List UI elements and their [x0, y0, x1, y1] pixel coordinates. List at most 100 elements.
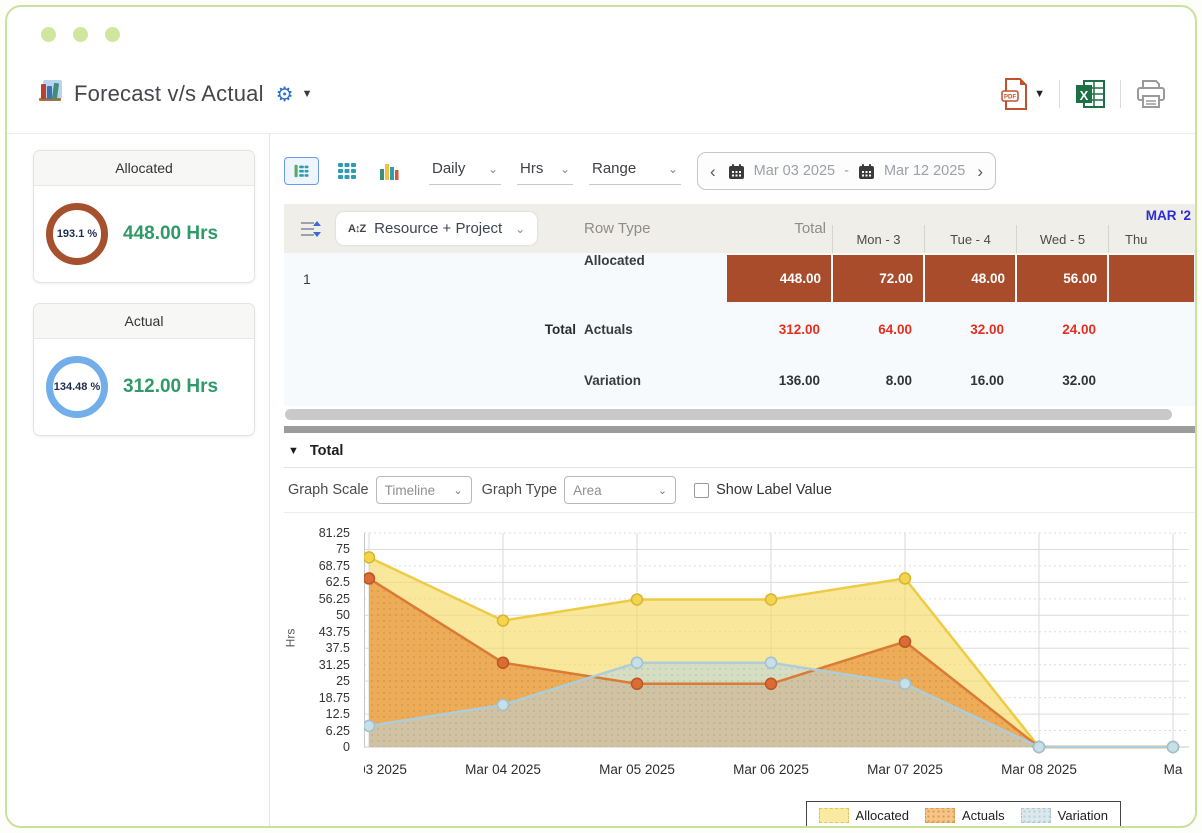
main-panel: Daily ⌄ Hrs ⌄ Range ⌄ ‹ [270, 134, 1195, 826]
show-label-value-label: Show Label Value [716, 482, 832, 498]
y-tick-label: 31.25 [319, 658, 350, 672]
report-toolbar: Daily ⌄ Hrs ⌄ Range ⌄ ‹ [284, 150, 1195, 192]
table-row-actuals: Total Actuals 312.00 64.00 32.00 24.00 [284, 304, 1195, 355]
range-dropdown[interactable]: Range ⌄ [589, 157, 681, 185]
legend-item-variation[interactable]: Variation [1021, 808, 1108, 823]
x-tick-label: Mar 08 2025 [1001, 762, 1077, 777]
bar-chart-icon [378, 160, 400, 182]
allocated-summary-card: Allocated 193.1 % 448.00 Hrs [33, 150, 255, 283]
window-dot[interactable] [105, 27, 120, 42]
day-column-header: Mon - 3 [832, 225, 924, 253]
list-view-button[interactable] [284, 157, 319, 185]
legend-label: Allocated [856, 808, 909, 823]
settings-gear-icon[interactable]: ⚙ [276, 82, 294, 107]
variation-day-cell: 8.00 [832, 373, 924, 388]
frequency-value: Daily [432, 160, 465, 177]
row-number: 1 [284, 271, 311, 287]
y-tick-label: 0 [343, 740, 350, 754]
sort-rows-button[interactable] [284, 204, 336, 253]
allocated-day-cell: 72.00 [833, 255, 923, 302]
scrollbar-thumb[interactable] [285, 409, 1172, 420]
actuals-swatch-icon [925, 808, 955, 823]
graph-scale-value: Timeline [385, 483, 436, 498]
graph-scale-label: Graph Scale [288, 482, 369, 498]
y-tick-label: 43.75 [319, 625, 350, 639]
date-separator: - [844, 163, 849, 179]
allocated-day-cell [1109, 255, 1194, 302]
y-tick-label: 50 [336, 608, 350, 622]
pdf-label: PDF [1004, 95, 1016, 101]
y-tick-label: 12.5 [326, 707, 350, 721]
row-type-header: Row Type [584, 204, 692, 253]
y-tick-label: 81.25 [319, 526, 350, 540]
date-from[interactable]: Mar 03 2025 [754, 163, 835, 179]
window-dot[interactable] [73, 27, 88, 42]
actual-summary-card: Actual 134.48 % 312.00 Hrs [33, 303, 255, 436]
table-row-variation: Variation 136.00 8.00 16.00 32.00 [284, 355, 1195, 406]
card-title: Actual [34, 304, 254, 339]
unit-dropdown[interactable]: Hrs ⌄ [517, 157, 573, 185]
allocated-total-cell: 448.00 [727, 255, 831, 302]
variation-swatch-icon [1021, 808, 1051, 823]
graph-type-value: Area [573, 483, 602, 498]
summary-sidebar: Allocated 193.1 % 448.00 Hrs Actual 134.… [7, 134, 270, 826]
pdf-dropdown-caret-icon[interactable]: ▼ [1034, 88, 1045, 100]
card-title: Allocated [34, 151, 254, 186]
excel-letter: X [1080, 88, 1089, 103]
print-button[interactable] [1135, 79, 1167, 109]
actual-hours-value: 312.00 Hrs [123, 376, 218, 398]
y-tick-label: 37.5 [326, 641, 350, 655]
date-range-picker: ‹ Mar 03 2025 - Mar 12 [697, 152, 996, 190]
table-header: A↕Z Resource + Project ⌄ Row Type Total … [284, 204, 1195, 253]
legend-item-allocated[interactable]: Allocated [819, 808, 909, 823]
legend-item-actuals[interactable]: Actuals [925, 808, 1005, 823]
export-pdf-button[interactable]: PDF ▼ [1000, 77, 1045, 111]
grouping-value: Resource + Project [374, 220, 502, 237]
show-label-value-checkbox[interactable] [694, 483, 709, 498]
day-column-header: Tue - 4 [924, 225, 1016, 253]
chart-view-button[interactable] [371, 154, 406, 189]
variation-day-cell: 32.00 [1016, 373, 1108, 388]
chevron-down-icon: ⌄ [515, 222, 525, 236]
chart-canvas [364, 523, 1189, 759]
calendar-icon [728, 163, 745, 180]
day-column-header: Wed - 5 [1016, 225, 1108, 253]
y-tick-label: 68.75 [319, 559, 350, 573]
frequency-dropdown[interactable]: Daily ⌄ [429, 157, 501, 185]
total-section-toggle[interactable]: ▼ Total [284, 433, 1195, 468]
x-tick-label: Mar 07 2025 [867, 762, 943, 777]
window-dot[interactable] [41, 27, 56, 42]
export-excel-button[interactable]: X [1074, 79, 1106, 109]
next-period-button[interactable]: › [974, 163, 986, 180]
sort-az-icon: A↕Z [348, 223, 365, 235]
row-type-label: Actuals [584, 322, 692, 337]
actuals-day-cell: 24.00 [1016, 322, 1108, 337]
page-header: Forecast v/s Actual ⚙ ▼ PDF ▼ [37, 59, 1167, 129]
window-controls [41, 27, 120, 42]
x-tick-label: Mar 05 2025 [599, 762, 675, 777]
actuals-total-cell: 312.00 [692, 322, 832, 337]
panel-splitter[interactable] [284, 426, 1195, 433]
legend-label: Variation [1058, 808, 1108, 823]
divider [1120, 80, 1121, 108]
app-window: Forecast v/s Actual ⚙ ▼ PDF ▼ [5, 5, 1197, 828]
horizontal-scrollbar [284, 409, 1195, 421]
chart-legend: Allocated Actuals Variation [806, 801, 1121, 826]
grid-view-button[interactable] [329, 154, 364, 189]
graph-type-label: Graph Type [482, 482, 558, 498]
graph-scale-select[interactable]: Timeline ⌄ [376, 476, 472, 504]
header-actions: PDF ▼ X [1000, 77, 1167, 111]
title-dropdown-caret-icon[interactable]: ▼ [302, 88, 313, 100]
date-to[interactable]: Mar 12 2025 [884, 163, 965, 179]
variation-day-cell: 16.00 [924, 373, 1016, 388]
x-tick-label: Mar 04 2025 [465, 762, 541, 777]
previous-period-button[interactable]: ‹ [707, 163, 719, 180]
group-total-label: Total [336, 322, 584, 337]
graph-type-select[interactable]: Area ⌄ [564, 476, 676, 504]
allocated-day-cell: 48.00 [925, 255, 1015, 302]
unit-value: Hrs [520, 160, 543, 177]
x-tick-label: Mar 06 2025 [733, 762, 809, 777]
grouping-selector[interactable]: A↕Z Resource + Project ⌄ [336, 212, 537, 245]
allocated-swatch-icon [819, 808, 849, 823]
month-header: MAR '2 [832, 204, 1195, 225]
